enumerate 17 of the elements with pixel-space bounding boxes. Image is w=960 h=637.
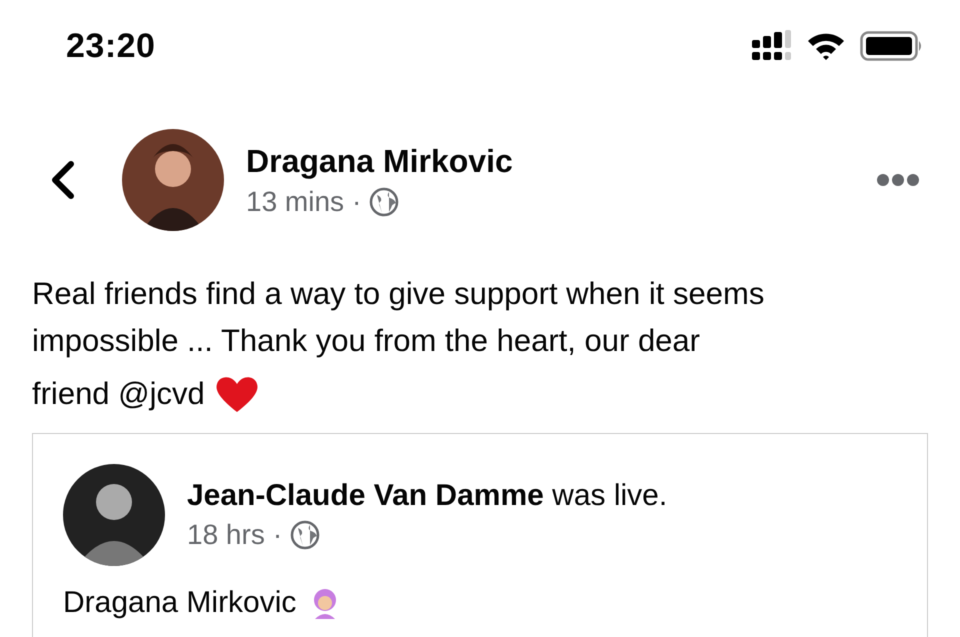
post-time: 18 hrs xyxy=(187,519,265,551)
author-name[interactable]: Dragana Mirkovic xyxy=(246,142,876,180)
shared-post-headline: Jean-Claude Van Damme was live. xyxy=(187,479,668,513)
signal-icon xyxy=(752,30,792,62)
separator: · xyxy=(352,186,362,218)
battery-icon xyxy=(860,30,924,62)
post-text-line: impossible ... Thank you from the heart, our dear xyxy=(32,322,700,360)
shared-post-caption: Dragana Mirkovic xyxy=(63,586,296,620)
status-time: 23:20 xyxy=(66,26,156,66)
post-text-line: friend @jcvd xyxy=(32,375,205,413)
post-text-line: Real friends find a way to give support when it seems xyxy=(32,275,764,313)
shared-post-card[interactable]: Jean-Claude Van Damme was live. 18 hrs · Dragana Mirkovic xyxy=(32,433,928,637)
globe-icon xyxy=(290,520,320,550)
wifi-icon xyxy=(806,31,846,61)
post-time: 13 mins xyxy=(246,186,344,218)
separator: · xyxy=(272,519,282,551)
globe-icon xyxy=(369,186,400,216)
